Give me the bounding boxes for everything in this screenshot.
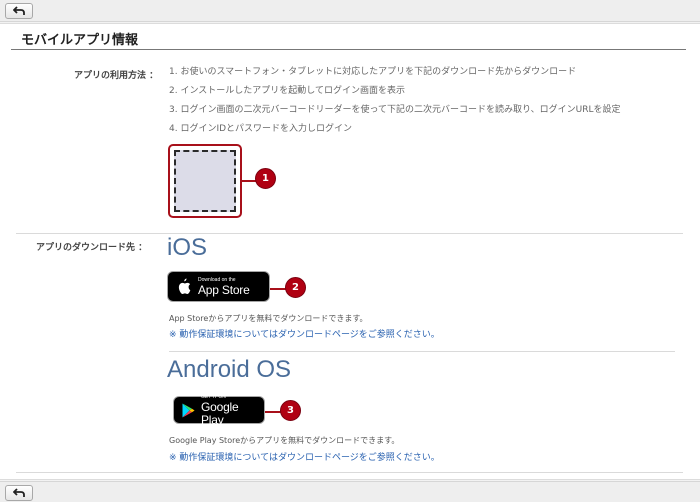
download-label: アプリのダウンロード先 ： <box>36 243 148 253</box>
page-title: モバイルアプリ情報 <box>21 33 139 48</box>
app-store-badge[interactable]: Download on the App Store <box>167 271 270 302</box>
usage-step-3: 3. ログイン画面の二次元バーコードリーダーを使って下記の二次元バーコードを読み… <box>169 105 621 115</box>
android-compatibility-note-link[interactable]: ※ 動作保証環境についてはダウンロードページをご参照ください。 <box>169 450 440 463</box>
callout-2-line <box>270 288 286 290</box>
top-toolbar <box>0 0 700 22</box>
main-panel: モバイルアプリ情報 アプリの利用方法 ： 1. お使いのスマートフォン・タブレッ… <box>0 23 700 480</box>
apple-logo-icon <box>177 278 191 295</box>
back-button-top[interactable] <box>5 3 33 19</box>
qr-code-image <box>174 150 236 212</box>
callout-2-badge: 2 <box>285 277 306 298</box>
callout-3-line <box>265 411 281 413</box>
google-play-badge[interactable]: GET IT ON Google Play <box>173 394 265 427</box>
bottom-divider <box>16 472 683 473</box>
section-divider <box>16 233 683 234</box>
ios-compatibility-note-link[interactable]: ※ 動作保証環境についてはダウンロードページをご参照ください。 <box>169 327 440 340</box>
os-divider <box>169 351 675 352</box>
app-store-badge-text: Download on the App Store <box>198 277 250 297</box>
title-divider <box>11 49 686 50</box>
callout-1-badge: 1 <box>255 168 276 189</box>
back-arrow-icon <box>13 488 25 498</box>
usage-step-1: 1. お使いのスマートフォン・タブレットに対応したアプリを下記のダウンロード先か… <box>169 67 577 77</box>
android-heading: Android OS <box>167 356 292 383</box>
app-store-badge-title: App Store <box>198 282 250 297</box>
ios-heading: iOS <box>167 234 208 261</box>
callout-3-badge: 3 <box>280 400 301 421</box>
android-description: Google Play Storeからアプリを無料でダウンロードできます。 <box>169 436 400 445</box>
google-play-badge-title: Google Play <box>201 399 239 427</box>
back-arrow-icon <box>13 6 25 16</box>
usage-steps: 1. お使いのスマートフォン・タブレットに対応したアプリを下記のダウンロード先か… <box>169 66 621 142</box>
google-play-logo-icon <box>182 403 195 418</box>
back-button-bottom[interactable] <box>5 485 33 501</box>
bottom-toolbar <box>0 481 700 502</box>
usage-step-4: 4. ログインIDとパスワードを入力しログイン <box>169 124 353 134</box>
usage-label: アプリの利用方法 ： <box>74 71 159 81</box>
google-play-badge-text: GET IT ON Google Play <box>201 394 264 427</box>
usage-step-2: 2. インストールしたアプリを起動してログイン画面を表示 <box>169 86 405 96</box>
callout-1-line <box>242 180 256 182</box>
qr-code-frame <box>168 144 242 218</box>
ios-description: App Storeからアプリを無料でダウンロードできます。 <box>169 314 368 323</box>
